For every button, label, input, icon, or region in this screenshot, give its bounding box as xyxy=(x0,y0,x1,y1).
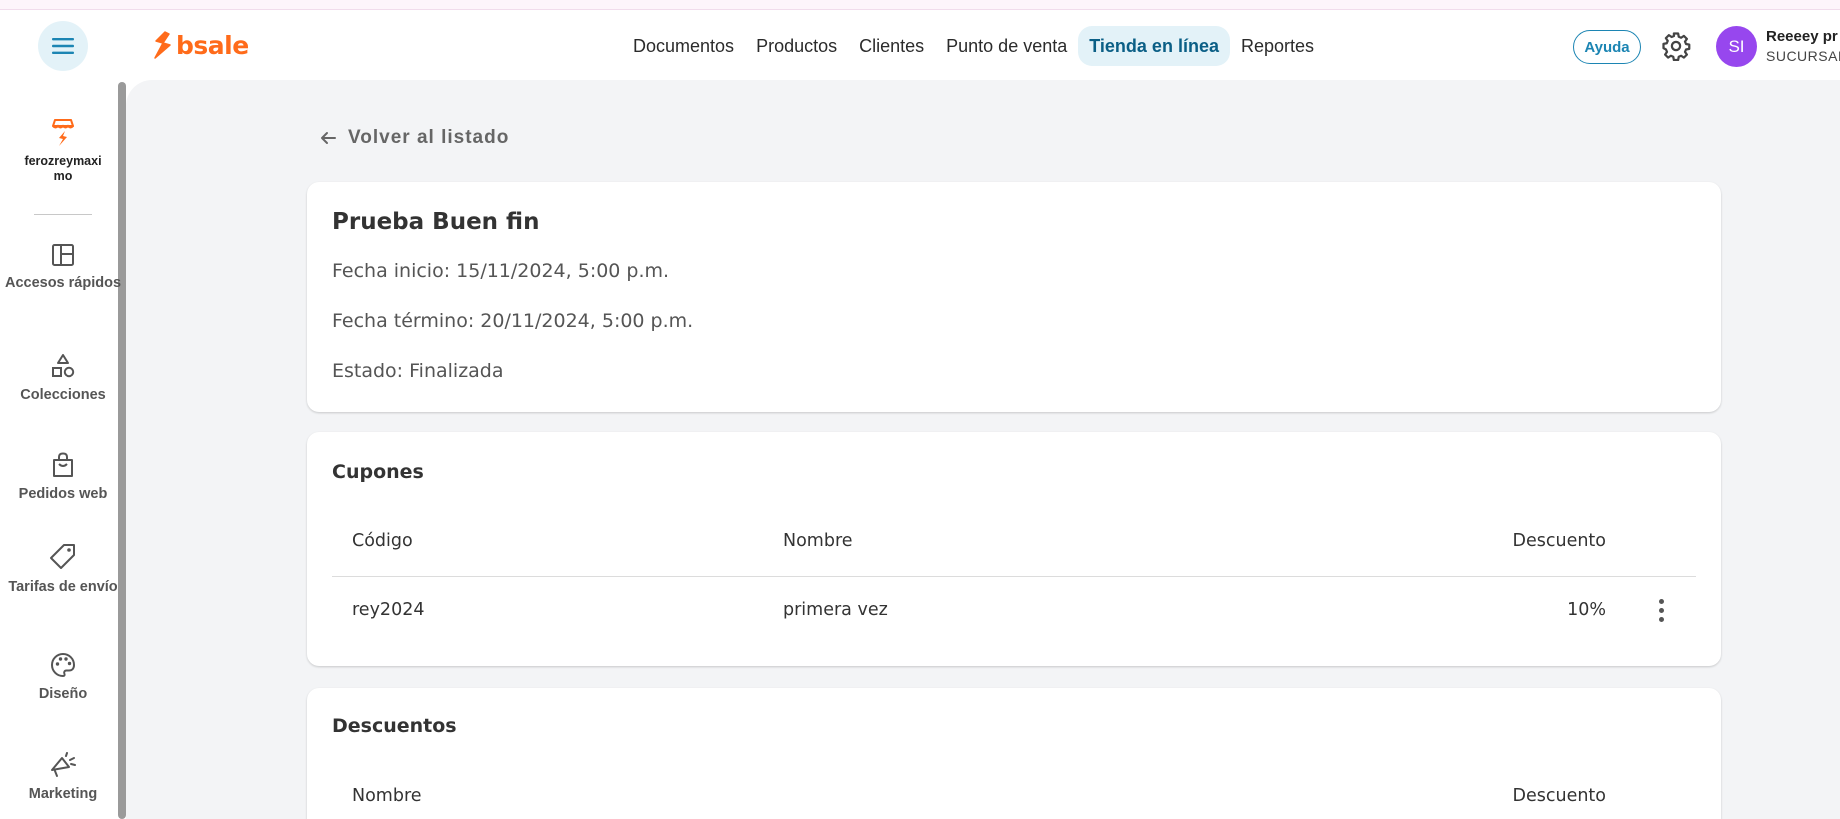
sidebar-item-colecciones[interactable]: Colecciones xyxy=(0,353,126,404)
sidebar-item-pedidos-web[interactable]: Pedidos web xyxy=(0,452,126,503)
sidebar-item-tarifas-de-envio[interactable]: Tarifas de envío xyxy=(0,543,126,596)
layout-icon xyxy=(52,244,74,266)
sidebar-item-marketing[interactable]: Marketing xyxy=(0,752,126,803)
sidebar xyxy=(0,80,118,819)
sidebar-item-label: Marketing xyxy=(28,786,98,802)
arrow-left-icon xyxy=(321,132,336,144)
hamburger-icon xyxy=(52,38,74,54)
promotion-end-date: Fecha término: 20/11/2024, 5:00 p.m. xyxy=(332,310,694,332)
shapes-icon xyxy=(52,354,75,378)
coupons-card: Cupones Código Nombre Descuento rey2024 … xyxy=(307,432,1721,666)
top-nav: Documentos Productos Clientes Punto de v… xyxy=(622,26,1325,66)
top-header: bsale Documentos Productos Clientes Punt… xyxy=(0,10,1840,80)
brand-name: bsale xyxy=(176,30,249,60)
column-header-descuento: Descuento xyxy=(1512,531,1607,551)
sidebar-item-label: Colecciones xyxy=(20,387,106,403)
nav-productos[interactable]: Productos xyxy=(745,26,848,66)
gear-icon[interactable] xyxy=(1661,31,1691,61)
user-name[interactable]: Reeeey pr xyxy=(1766,28,1838,45)
coupon-name: primera vez xyxy=(783,600,888,620)
nav-tienda-en-linea[interactable]: Tienda en línea xyxy=(1078,26,1230,66)
back-label: Volver al listado xyxy=(348,127,510,148)
shopping-bag-icon xyxy=(53,452,73,477)
bsale-logo[interactable]: bsale xyxy=(153,29,249,61)
promotion-title: Prueba Buen fin xyxy=(332,209,540,235)
column-header-nombre: Nombre xyxy=(352,786,422,806)
column-header-codigo: Código xyxy=(352,531,413,551)
sidebar-item-label: Tarifas de envío xyxy=(8,579,118,595)
palette-icon xyxy=(50,652,76,678)
column-header-descuento: Descuento xyxy=(1512,786,1607,806)
menu-button[interactable] xyxy=(38,21,88,71)
more-options-icon[interactable] xyxy=(1649,595,1673,625)
sidebar-item-label: Diseño xyxy=(38,686,88,702)
discounts-title: Descuentos xyxy=(332,715,457,737)
avatar[interactable]: SI xyxy=(1716,26,1757,67)
browser-top-strip xyxy=(0,0,1840,10)
sidebar-item-store[interactable]: ferozreymaximo xyxy=(0,118,126,184)
tag-icon xyxy=(50,544,75,569)
sidebar-item-accesos-rapidos[interactable]: Accesos rápidos xyxy=(0,243,126,292)
sidebar-item-label: Accesos rápidos xyxy=(4,275,122,291)
sidebar-store-label: ferozreymaximo xyxy=(24,154,102,183)
coupon-code: rey2024 xyxy=(352,600,425,620)
nav-documentos[interactable]: Documentos xyxy=(622,26,745,66)
table-header-divider xyxy=(332,576,1696,577)
nav-clientes[interactable]: Clientes xyxy=(848,26,935,66)
nav-punto-de-venta[interactable]: Punto de venta xyxy=(935,26,1078,66)
user-branch[interactable]: SUCURSAL xyxy=(1766,48,1840,64)
nav-reportes[interactable]: Reportes xyxy=(1230,26,1325,66)
megaphone-icon xyxy=(51,752,76,777)
sidebar-item-label: Pedidos web xyxy=(18,486,108,502)
promotion-status: Estado: Finalizada xyxy=(332,360,504,382)
promotion-start-date: Fecha inicio: 15/11/2024, 5:00 p.m. xyxy=(332,260,670,282)
promotion-card: Prueba Buen fin Fecha inicio: 15/11/2024… xyxy=(307,182,1721,412)
column-header-nombre: Nombre xyxy=(783,531,853,551)
bsale-logo-mark xyxy=(154,31,171,59)
store-icon xyxy=(52,119,74,146)
sidebar-scrollbar[interactable] xyxy=(118,82,126,819)
coupon-discount: 10% xyxy=(1567,600,1606,620)
discounts-card: Descuentos Nombre Descuento xyxy=(307,688,1721,819)
sidebar-divider xyxy=(34,214,92,215)
help-button[interactable]: Ayuda xyxy=(1573,30,1641,64)
back-to-list-link[interactable]: Volver al listado xyxy=(320,127,509,149)
sidebar-item-diseno[interactable]: Diseño xyxy=(0,652,126,703)
coupons-title: Cupones xyxy=(332,461,424,483)
